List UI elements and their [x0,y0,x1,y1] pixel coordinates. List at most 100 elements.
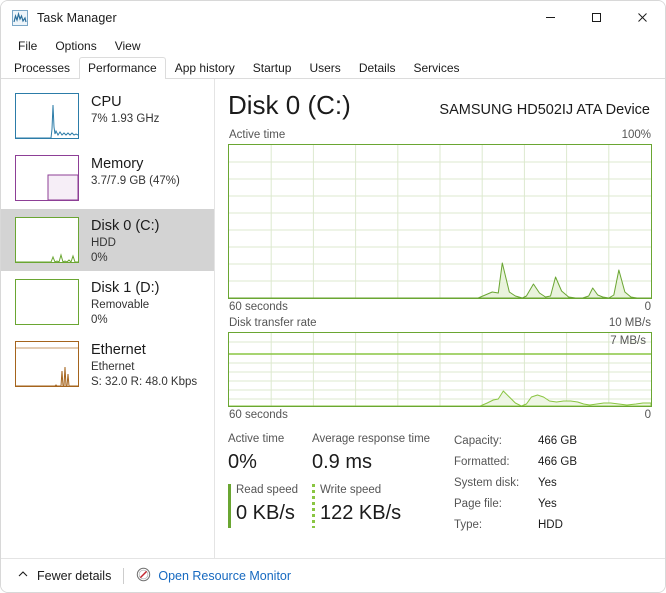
sidebar-cpu-line1: 7% 1.93 GHz [91,113,160,125]
sidebar-item-disk-0[interactable]: Disk 0 (C:) HDD 0% [1,209,214,271]
stat-active-time-label: Active time [228,433,285,445]
chevron-up-icon [17,568,29,583]
cpu-mini-graph-icon [15,93,79,139]
stats-section: Active time 0% Average response time 0.9… [228,421,652,536]
window-controls [527,1,665,34]
info-value-formatted: 466 GB [538,456,577,468]
ethernet-mini-graph-icon [15,341,79,387]
info-value-type: HDD [538,519,563,531]
maximize-button[interactable] [573,1,619,34]
active-time-graph-footer: 60 seconds 0 [228,299,652,313]
transfer-rate-graph[interactable]: 7 MB/s [228,332,652,407]
tab-details[interactable]: Details [350,57,405,79]
sidebar-disk1-line2: 0% [91,314,108,326]
tab-startup[interactable]: Startup [244,57,301,79]
info-value-system-disk: Yes [538,477,557,489]
info-key-type: Type: [454,519,483,531]
disk-info-grid: Capacity: 466 GB Formatted: 466 GB Syste… [454,431,577,536]
stats-left-column: Active time 0% Average response time 0.9… [228,431,446,536]
status-divider [123,567,125,584]
resource-monitor-icon [136,567,151,585]
window-title: Task Manager [37,10,117,25]
sidebar-disk0-line1: HDD [91,237,116,249]
sidebar-ethernet-name: Ethernet [91,342,146,358]
menu-file[interactable]: File [9,37,46,55]
sidebar-item-cpu[interactable]: CPU 7% 1.93 GHz [1,85,214,147]
open-resource-monitor-label: Open Resource Monitor [158,568,292,583]
fewer-details-label: Fewer details [37,568,112,583]
sidebar-disk0-name: Disk 0 (C:) [91,218,160,234]
read-speed-legend-bar-icon [228,484,231,528]
info-key-capacity: Capacity: [454,435,502,447]
stats-primary-row: Active time 0% Average response time 0.9… [228,431,446,476]
sidebar-disk1-line1: Removable [91,299,150,311]
menu-bar: File Options View [1,34,665,57]
sidebar-ethernet-line2: S: 32.0 R: 48.0 Kbps [91,376,198,388]
menu-view[interactable]: View [106,37,150,55]
close-button[interactable] [619,1,665,34]
stats-speed-row: Read speed 0 KB/s Write speed 122 KB/s [228,476,446,528]
open-resource-monitor-link[interactable]: Open Resource Monitor [136,567,291,585]
info-key-page-file: Page file: [454,498,502,510]
content-area: CPU 7% 1.93 GHz Memory 3.7/7.9 GB (47%) [1,79,665,584]
disk-info-table: Capacity: 466 GB Formatted: 466 GB Syste… [446,431,577,536]
sidebar-memory-name: Memory [91,156,144,172]
menu-options[interactable]: Options [46,37,105,55]
info-value-page-file: Yes [538,498,557,510]
transfer-rate-scale-label: 7 MB/s [610,335,646,347]
active-time-graph-svg [229,145,651,298]
stat-response-time: Average response time 0.9 ms [312,431,442,476]
device-name: SAMSUNG HD502IJ ATA Device [439,102,650,118]
tab-app-history[interactable]: App history [166,57,244,79]
active-time-graph-label: Active time [229,129,286,141]
transfer-rate-graph-labels: Disk transfer rate 10 MB/s [228,313,652,332]
tab-services[interactable]: Services [405,57,469,79]
status-bar: Fewer details Open Resource Monitor [1,558,665,592]
sidebar-disk0-line2: 0% [91,252,108,264]
stat-write-speed-value: 122 KB/s [320,502,402,524]
fewer-details-button[interactable]: Fewer details [17,568,111,583]
transfer-rate-graph-label: Disk transfer rate [229,317,317,329]
sidebar-item-disk-1[interactable]: Disk 1 (D:) Removable 0% [1,271,214,333]
page-title: Disk 0 (C:) [228,90,351,120]
panel-header: Disk 0 (C:) SAMSUNG HD502IJ ATA Device [228,89,652,125]
sidebar-memory-text: Memory 3.7/7.9 GB (47%) [91,155,180,189]
transfer-rate-graph-footer: 60 seconds 0 [228,407,652,421]
disk1-mini-graph-icon [15,279,79,325]
sidebar-disk1-text: Disk 1 (D:) Removable 0% [91,279,159,328]
transfer-rate-graph-svg [229,333,651,406]
stat-response-time-label: Average response time [312,433,431,445]
transfer-rate-graph-max: 10 MB/s [608,317,651,329]
transfer-rate-graph-left-foot: 60 seconds [229,409,288,421]
active-time-graph[interactable] [228,144,652,299]
stat-active-time-value: 0% [228,451,257,473]
tab-processes[interactable]: Processes [5,57,79,79]
sidebar-item-ethernet[interactable]: Ethernet Ethernet S: 32.0 R: 48.0 Kbps [1,333,214,395]
sidebar-memory-line1: 3.7/7.9 GB (47%) [91,175,180,187]
stat-read-speed-value: 0 KB/s [236,502,295,524]
sidebar-ethernet-line1: Ethernet [91,361,135,373]
stat-read-speed: Read speed 0 KB/s [228,482,312,528]
active-time-graph-labels: Active time 100% [228,125,652,144]
active-time-graph-max: 100% [621,129,651,141]
stat-write-speed: Write speed 122 KB/s [312,482,442,528]
memory-mini-graph-icon [15,155,79,201]
write-speed-legend-bar-icon [312,484,315,528]
sidebar-item-memory[interactable]: Memory 3.7/7.9 GB (47%) [1,147,214,209]
disk0-mini-graph-icon [15,217,79,263]
minimize-button[interactable] [527,1,573,34]
active-time-graph-left-foot: 60 seconds [229,301,288,313]
tab-users[interactable]: Users [300,57,349,79]
sidebar-cpu-name: CPU [91,94,122,110]
active-time-graph-right-foot: 0 [644,301,651,313]
tab-performance[interactable]: Performance [79,57,166,79]
stat-response-time-value: 0.9 ms [312,451,373,473]
tab-strip: Processes Performance App history Startu… [1,57,665,79]
info-value-capacity: 466 GB [538,435,577,447]
disk-detail-panel: Disk 0 (C:) SAMSUNG HD502IJ ATA Device A… [215,79,665,584]
sidebar-ethernet-text: Ethernet Ethernet S: 32.0 R: 48.0 Kbps [91,341,197,390]
transfer-rate-graph-right-foot: 0 [644,409,651,421]
stat-active-time: Active time 0% [228,431,312,476]
stat-read-speed-label: Read speed [236,484,299,496]
task-manager-window: Task Manager File Options View Processes… [0,0,666,593]
